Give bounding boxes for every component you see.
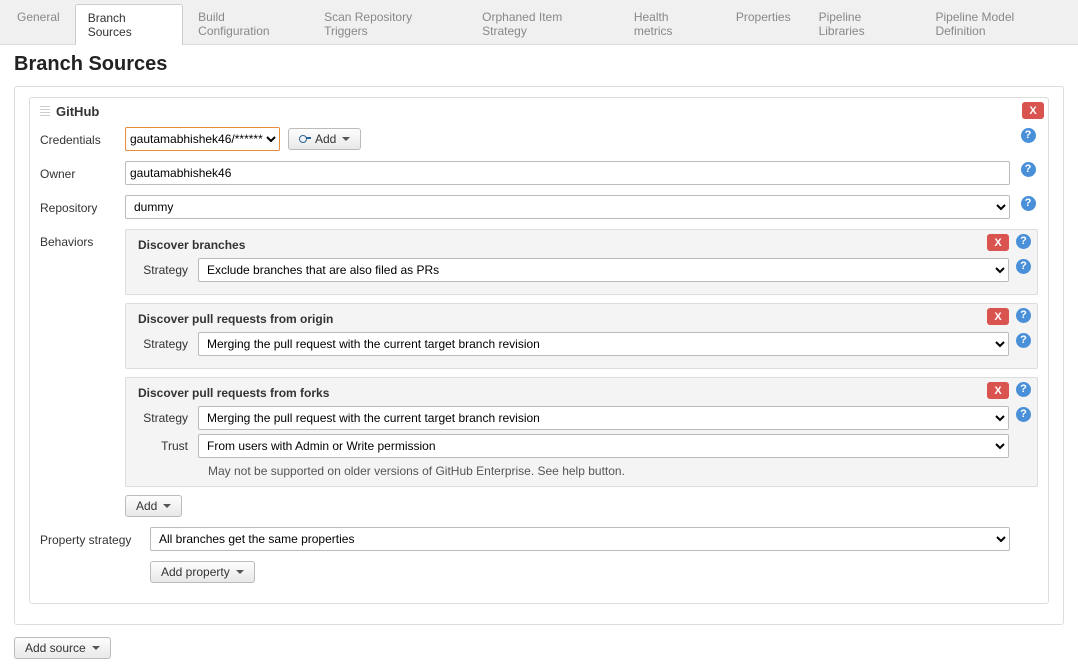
chevron-down-icon <box>236 570 244 574</box>
behavior-field-label: Strategy <box>138 411 198 425</box>
repository-select[interactable]: dummy <box>125 195 1010 219</box>
behavior-title: Discover pull requests from origin <box>138 312 1009 326</box>
help-icon[interactable]: ? <box>1016 407 1031 422</box>
repository-label: Repository <box>40 195 125 215</box>
remove-behavior-button[interactable]: X <box>987 234 1009 251</box>
help-icon[interactable]: ? <box>1021 162 1036 177</box>
credentials-label: Credentials <box>40 127 125 147</box>
tab-health-metrics[interactable]: Health metrics <box>621 3 721 44</box>
behavior-box: X?? Discover pull requests from forks Stra… <box>125 377 1038 487</box>
help-icon[interactable]: ? <box>1021 196 1036 211</box>
tab-orphaned-item-strategy[interactable]: Orphaned Item Strategy <box>469 3 619 44</box>
tab-branch-sources[interactable]: Branch Sources <box>75 4 183 45</box>
behavior-select[interactable]: Merging the pull request with the curren… <box>198 332 1009 356</box>
behavior-field-label: Strategy <box>138 337 198 351</box>
add-behavior-button[interactable]: Add <box>125 495 182 517</box>
property-strategy-label: Property strategy <box>40 527 150 547</box>
behavior-title: Discover pull requests from forks <box>138 386 1009 400</box>
source-type-heading: GitHub <box>40 104 1038 119</box>
behavior-box: X?? Discover branches StrategyExclude bran… <box>125 229 1038 295</box>
property-strategy-select[interactable]: All branches get the same properties <box>150 527 1010 551</box>
add-credentials-button[interactable]: Add <box>288 128 361 150</box>
remove-source-button[interactable]: X <box>1022 102 1044 119</box>
page-title: Branch Sources <box>14 53 1078 76</box>
tab-properties[interactable]: Properties <box>723 3 804 44</box>
branch-sources-section: X GitHub Credentials gautamabhishek46/**… <box>14 86 1064 625</box>
add-source-button[interactable]: Add source <box>14 637 111 659</box>
owner-input[interactable] <box>125 161 1010 185</box>
source-type-label: GitHub <box>56 104 99 119</box>
help-icon[interactable]: ? <box>1021 128 1036 143</box>
chevron-down-icon <box>342 137 350 141</box>
tab-scan-repository-triggers[interactable]: Scan Repository Triggers <box>311 3 467 44</box>
behavior-field-label: Trust <box>138 439 198 453</box>
chevron-down-icon <box>92 646 100 650</box>
behavior-title: Discover branches <box>138 238 1009 252</box>
behavior-select[interactable]: Merging the pull request with the curren… <box>198 406 1009 430</box>
behavior-select[interactable]: Exclude branches that are also filed as … <box>198 258 1009 282</box>
help-icon[interactable]: ? <box>1016 259 1031 274</box>
behavior-note: May not be supported on older versions o… <box>208 464 1009 478</box>
key-icon <box>299 133 311 145</box>
config-tabs: GeneralBranch SourcesBuild Configuration… <box>0 0 1078 45</box>
behavior-row: StrategyExclude branches that are also f… <box>138 258 1009 282</box>
add-property-button[interactable]: Add property <box>150 561 255 583</box>
behavior-row: StrategyMerging the pull request with th… <box>138 406 1009 430</box>
behavior-row: StrategyMerging the pull request with th… <box>138 332 1009 356</box>
tab-pipeline-model-definition[interactable]: Pipeline Model Definition <box>922 3 1076 44</box>
tab-build-configuration[interactable]: Build Configuration <box>185 3 309 44</box>
behavior-row: TrustFrom users with Admin or Write perm… <box>138 434 1009 458</box>
behavior-box: X?? Discover pull requests from origin Str… <box>125 303 1038 369</box>
owner-label: Owner <box>40 161 125 181</box>
tab-general[interactable]: General <box>4 3 73 44</box>
behavior-select[interactable]: From users with Admin or Write permissio… <box>198 434 1009 458</box>
behavior-field-label: Strategy <box>138 263 198 277</box>
github-source-group: X GitHub Credentials gautamabhishek46/**… <box>29 97 1049 604</box>
behaviors-label: Behaviors <box>40 229 125 249</box>
help-icon[interactable]: ? <box>1016 333 1031 348</box>
help-icon[interactable]: ? <box>1016 308 1031 323</box>
help-icon[interactable]: ? <box>1016 234 1031 249</box>
remove-behavior-button[interactable]: X <box>987 308 1009 325</box>
chevron-down-icon <box>163 504 171 508</box>
credentials-select[interactable]: gautamabhishek46/****** <box>125 127 280 151</box>
remove-behavior-button[interactable]: X <box>987 382 1009 399</box>
tab-pipeline-libraries[interactable]: Pipeline Libraries <box>806 3 921 44</box>
help-icon[interactable]: ? <box>1016 382 1031 397</box>
drag-handle-icon[interactable] <box>40 106 50 118</box>
